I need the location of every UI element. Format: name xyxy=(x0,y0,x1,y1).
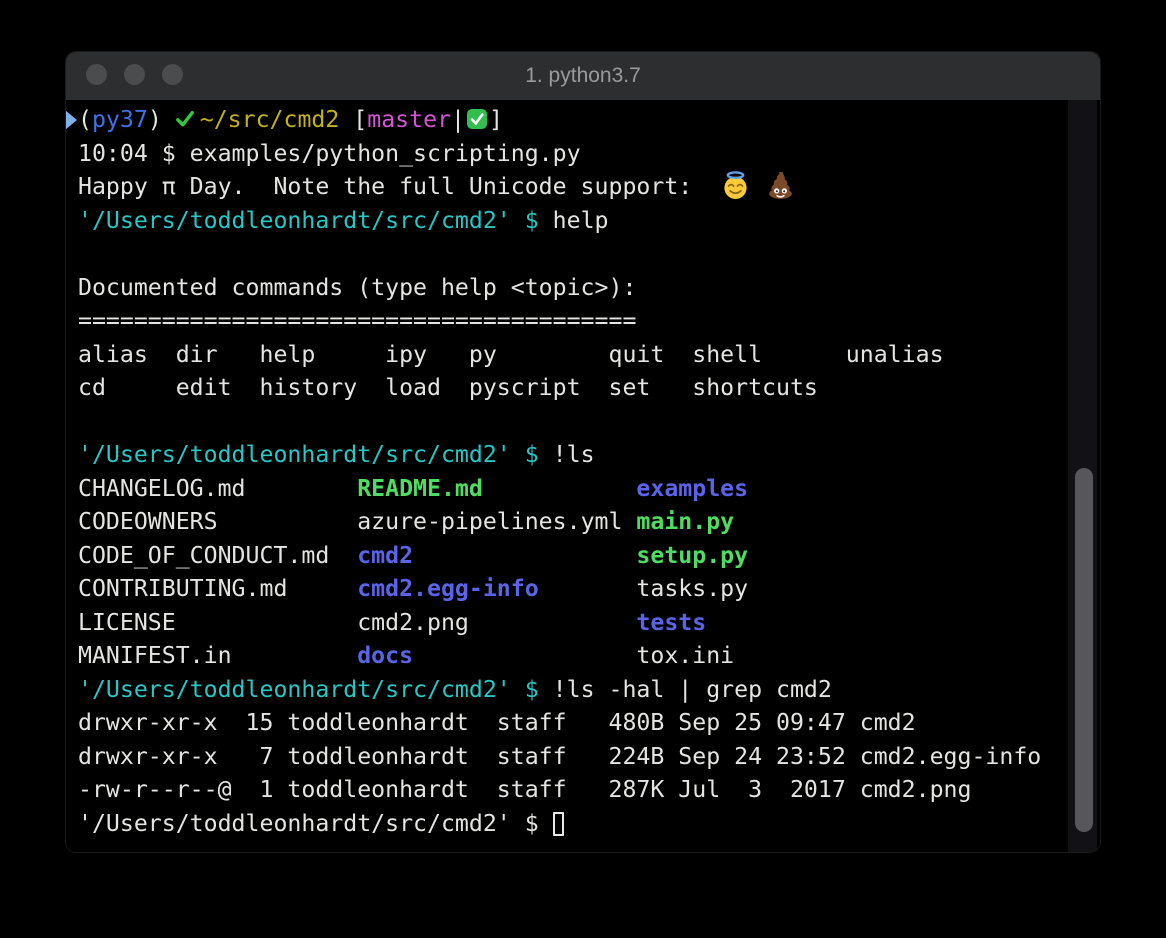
text-segment: Happy π Day. Note the full Unicode suppo… xyxy=(78,173,720,200)
text-segment xyxy=(413,642,636,669)
file-name: cmd2.png xyxy=(357,609,636,636)
command: 10:04 $ examples/python_scripting.py xyxy=(78,140,581,167)
terminal-line-4 xyxy=(78,237,1041,271)
terminal-line-18: drwxr-xr-x 15 toddleonhardt staff 480B S… xyxy=(78,706,1041,740)
shell-mark-icon xyxy=(66,107,78,133)
title-bar[interactable]: 1. python3.7 xyxy=(66,52,1100,100)
help-ruler: ======================================== xyxy=(78,307,636,334)
terminal-content[interactable]: (py37) ~/src/cmd2 [master|] 10:04 $ examp… xyxy=(66,100,1100,852)
file-name: CODE_OF_CONDUCT.md xyxy=(78,542,357,569)
text-segment xyxy=(413,542,636,569)
text-segment: ( xyxy=(78,106,92,133)
file-name: CHANGELOG.md xyxy=(78,475,357,502)
venv-name: py37 xyxy=(92,106,148,133)
terminal-line-19: drwxr-xr-x 7 toddleonhardt staff 224B Se… xyxy=(78,740,1041,774)
help-header: Documented commands (type help <topic>): xyxy=(78,274,636,301)
file-name: MANIFEST.in xyxy=(78,642,357,669)
scrollbar-thumb[interactable] xyxy=(1075,468,1093,832)
terminal-line-3: '/Users/toddleonhardt/src/cmd2' $ help xyxy=(78,204,1041,238)
terminal-cursor xyxy=(553,812,564,836)
terminal-line-7: alias dir help ipy py quit shell unalias xyxy=(78,338,1041,372)
terminal-line-6: ======================================== xyxy=(78,304,1041,338)
scrollbar-track[interactable] xyxy=(1068,100,1097,852)
command-list-row: cd edit history load pyscript set shortc… xyxy=(78,374,818,401)
terminal-window: 1. python3.7 (py37) ~/src/cmd2 [master|]… xyxy=(66,52,1100,852)
dir-name: docs xyxy=(357,642,413,669)
text-segment: | xyxy=(451,106,465,133)
halo-face-emoji-icon xyxy=(721,171,750,200)
text-segment: ) xyxy=(148,106,176,133)
git-branch: master xyxy=(367,106,451,133)
window-title: 1. python3.7 xyxy=(66,52,1100,100)
dir-name: cmd2.egg-info xyxy=(357,575,538,602)
terminal-line-20: -rw-r--r--@ 1 toddleonhardt staff 287K J… xyxy=(78,773,1041,807)
text-segment xyxy=(483,475,637,502)
terminal-line-9 xyxy=(78,405,1041,439)
file-name: CODEOWNERS xyxy=(78,508,357,535)
terminal-line-17: '/Users/toddleonhardt/src/cmd2' $ !ls -h… xyxy=(78,673,1041,707)
terminal-line-11: CHANGELOG.md README.md examples xyxy=(78,472,1041,506)
file-name: CONTRIBUTING.md xyxy=(78,575,357,602)
ls-row: -rw-r--r--@ 1 toddleonhardt staff 287K J… xyxy=(78,776,971,803)
dir-name: tests xyxy=(636,609,706,636)
file-name: setup.py xyxy=(636,542,748,569)
text-segment: [ xyxy=(339,106,367,133)
terminal-line-15: LICENSE cmd2.png tests xyxy=(78,606,1041,640)
file-name: azure-pipelines.yml xyxy=(357,508,636,535)
command: !ls -hal | grep cmd2 xyxy=(553,676,832,703)
ls-row: drwxr-xr-x 15 toddleonhardt staff 480B S… xyxy=(78,709,916,736)
text-segment xyxy=(539,575,637,602)
terminal-output: (py37) ~/src/cmd2 [master|] 10:04 $ examp… xyxy=(78,103,1041,840)
text-segment: ] xyxy=(489,106,503,133)
git-clean-check-icon xyxy=(466,108,488,130)
file-name: main.py xyxy=(636,508,734,535)
terminal-line-12: CODEOWNERS azure-pipelines.yml main.py xyxy=(78,505,1041,539)
dir-name: examples xyxy=(636,475,748,502)
text-segment xyxy=(751,173,765,200)
file-name: README.md xyxy=(357,475,483,502)
command: !ls xyxy=(553,441,595,468)
terminal-line-16: MANIFEST.in docs tox.ini xyxy=(78,639,1041,673)
status-check-icon xyxy=(176,109,194,128)
prompt-path: '/Users/toddleonhardt/src/cmd2' $ xyxy=(78,441,553,468)
prompt-path: '/Users/toddleonhardt/src/cmd2' $ xyxy=(78,810,553,837)
dir-name: cmd2 xyxy=(357,542,413,569)
file-name: tasks.py xyxy=(636,575,748,602)
file-name: LICENSE xyxy=(78,609,357,636)
terminal-line-21: '/Users/toddleonhardt/src/cmd2' $ xyxy=(78,807,1041,841)
prompt-path: '/Users/toddleonhardt/src/cmd2' $ xyxy=(78,676,553,703)
prompt-path: '/Users/toddleonhardt/src/cmd2' $ xyxy=(78,207,553,234)
poop-emoji-icon xyxy=(766,171,795,200)
cwd-path: ~/src/cmd2 xyxy=(200,106,340,133)
terminal-line-8: cd edit history load pyscript set shortc… xyxy=(78,371,1041,405)
terminal-line-0: (py37) ~/src/cmd2 [master|] xyxy=(78,103,1041,137)
file-name: tox.ini xyxy=(636,642,734,669)
terminal-line-5: Documented commands (type help <topic>): xyxy=(78,271,1041,305)
terminal-line-2: Happy π Day. Note the full Unicode suppo… xyxy=(78,170,1041,204)
terminal-line-13: CODE_OF_CONDUCT.md cmd2 setup.py xyxy=(78,539,1041,573)
ls-row: drwxr-xr-x 7 toddleonhardt staff 224B Se… xyxy=(78,743,1041,770)
terminal-line-14: CONTRIBUTING.md cmd2.egg-info tasks.py xyxy=(78,572,1041,606)
command-list-row: alias dir help ipy py quit shell unalias xyxy=(78,341,944,368)
terminal-line-1: 10:04 $ examples/python_scripting.py xyxy=(78,137,1041,171)
command: help xyxy=(553,207,609,234)
terminal-line-10: '/Users/toddleonhardt/src/cmd2' $ !ls xyxy=(78,438,1041,472)
